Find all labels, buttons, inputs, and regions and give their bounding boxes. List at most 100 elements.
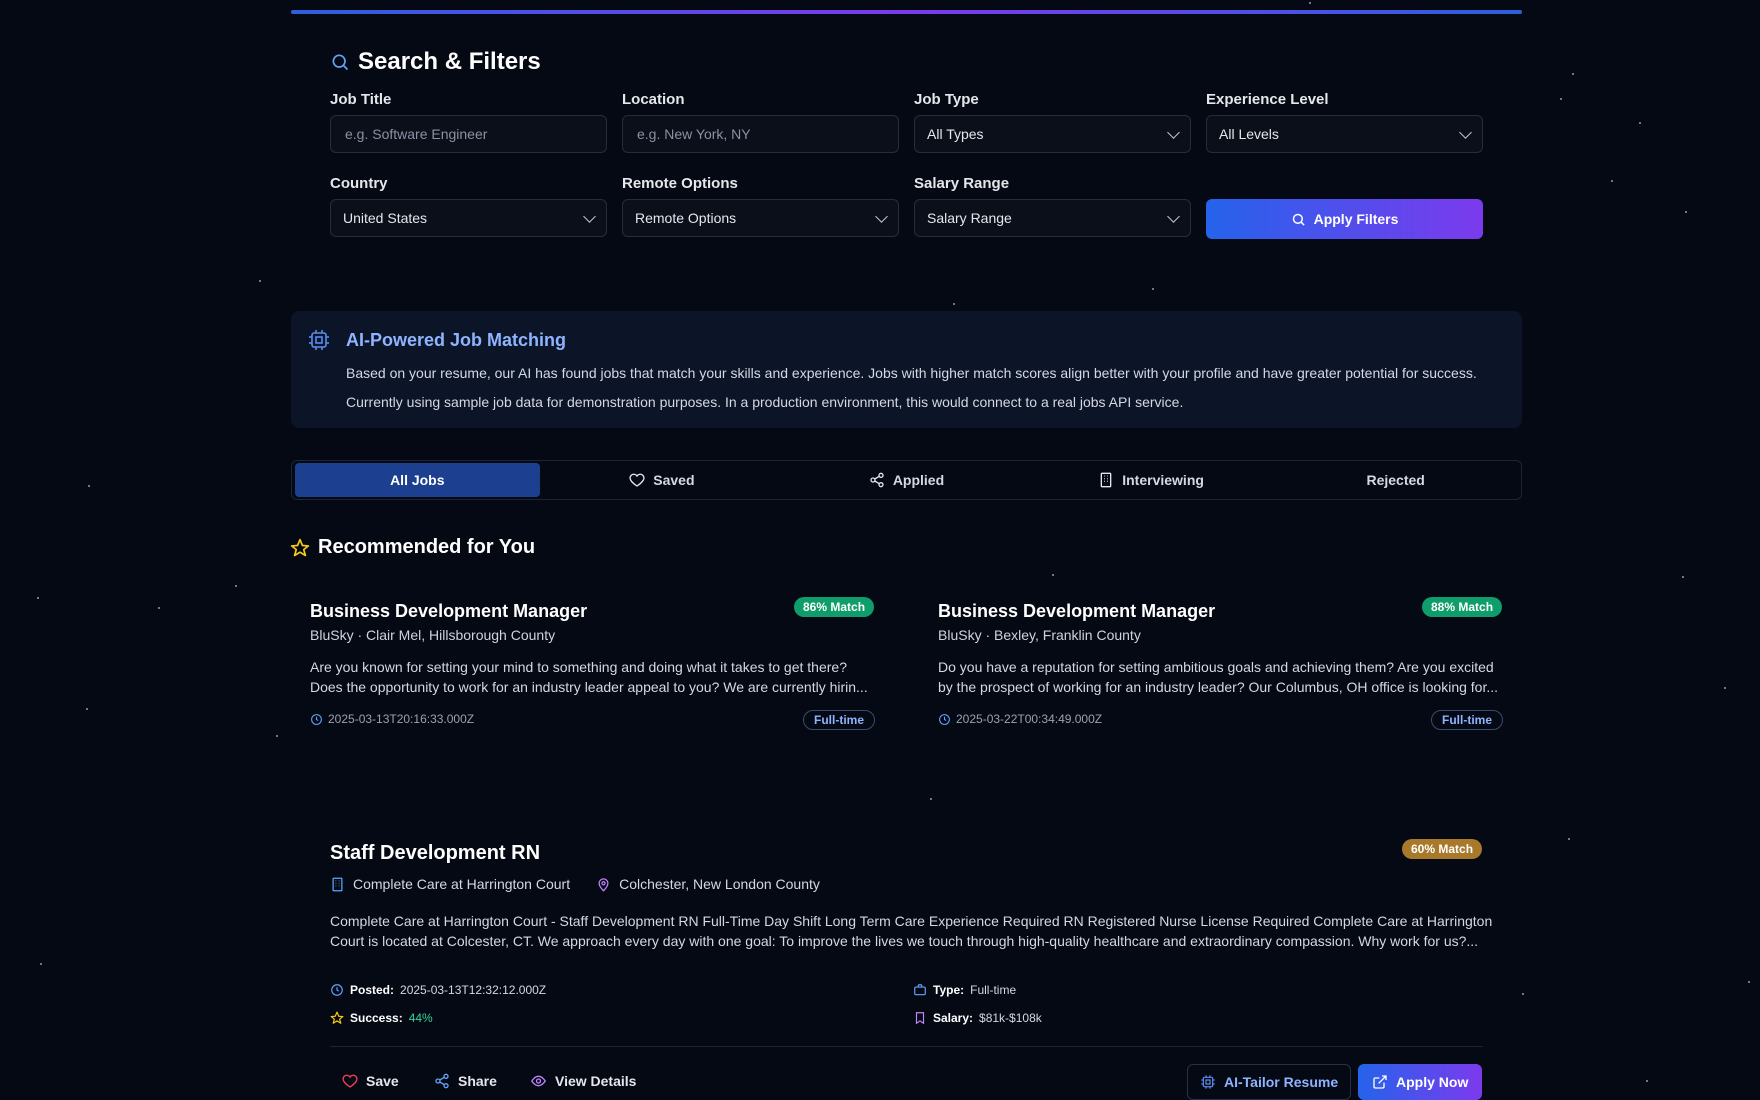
heart-icon bbox=[629, 472, 645, 488]
country-select[interactable]: United States bbox=[330, 199, 607, 237]
card-desc-line: Does the opportunity to work for an indu… bbox=[310, 679, 868, 695]
job-type-badge: Full-time bbox=[803, 710, 875, 730]
remote-select[interactable]: Remote Options bbox=[622, 199, 899, 237]
job-title-label: Job Title bbox=[330, 91, 392, 108]
tab-label: Rejected bbox=[1366, 472, 1425, 488]
filters-header: Search & Filters bbox=[330, 48, 541, 76]
map-pin-icon bbox=[596, 877, 611, 892]
card-subtitle: BluSky · Clair Mel, Hillsborough County bbox=[310, 627, 556, 643]
location-input[interactable] bbox=[635, 125, 886, 143]
apply-now-button[interactable]: Apply Now bbox=[1358, 1064, 1483, 1100]
job-salary: Salary: $81k-$108k bbox=[913, 1011, 1042, 1025]
experience-label: Experience Level bbox=[1206, 91, 1329, 108]
apply-filters-button[interactable]: Apply Filters bbox=[1206, 199, 1483, 239]
star-icon bbox=[330, 1011, 344, 1025]
experience-select[interactable]: All Levels bbox=[1206, 115, 1483, 153]
job-status-tabs: All Jobs Saved Applied Interviewing Reje… bbox=[291, 460, 1522, 500]
ai-panel-title: AI-Powered Job Matching bbox=[346, 330, 567, 350]
job-location: Colchester, New London County bbox=[619, 876, 820, 892]
experience-value: All Levels bbox=[1219, 126, 1279, 142]
chevron-down-icon bbox=[1167, 209, 1180, 223]
search-icon bbox=[1291, 212, 1306, 227]
star-icon bbox=[290, 538, 310, 558]
card-subtitle: BluSky · Bexley, Franklin County bbox=[938, 627, 1141, 643]
job-company-row: Complete Care at Harrington Court Colche… bbox=[330, 876, 820, 892]
job-title-field[interactable] bbox=[330, 115, 607, 153]
job-type: Type: Full-time bbox=[913, 983, 1016, 997]
recommended-header: Recommended for You bbox=[290, 536, 535, 559]
tab-saved[interactable]: Saved bbox=[540, 463, 785, 497]
remote-label: Remote Options bbox=[622, 175, 738, 192]
share-icon bbox=[434, 1073, 450, 1089]
job-type-value: All Types bbox=[927, 126, 984, 142]
top-accent-bar bbox=[291, 10, 1522, 14]
clock-icon bbox=[310, 713, 323, 726]
tab-label: All Jobs bbox=[390, 472, 445, 488]
building-icon bbox=[1098, 472, 1114, 488]
ai-panel-text-2: Currently using sample job data for demo… bbox=[346, 394, 1184, 410]
save-label: Save bbox=[366, 1073, 399, 1089]
tab-applied[interactable]: Applied bbox=[784, 463, 1029, 497]
date-text: 2025-03-13T20:16:33.000Z bbox=[328, 712, 475, 726]
job-desc-line: Complete Care at Harrington Court - Staf… bbox=[330, 913, 1493, 929]
chevron-down-icon bbox=[1459, 125, 1472, 139]
salary-select[interactable]: Salary Range bbox=[914, 199, 1191, 237]
clock-icon bbox=[330, 983, 344, 997]
card-date: 2025-03-22T00:34:49.000Z bbox=[938, 712, 1102, 726]
job-title[interactable]: Staff Development RN bbox=[330, 842, 540, 865]
success-label: Success: bbox=[350, 1011, 403, 1025]
tab-all-jobs[interactable]: All Jobs bbox=[295, 463, 540, 497]
save-button[interactable]: Save bbox=[342, 1073, 399, 1089]
match-badge: 86% Match bbox=[794, 597, 875, 617]
job-success: Success: 44% bbox=[330, 1011, 433, 1025]
chevron-down-icon bbox=[583, 209, 596, 223]
type-label: Type: bbox=[933, 983, 965, 997]
building-icon bbox=[330, 877, 345, 892]
job-type-label: Job Type bbox=[914, 91, 979, 108]
match-badge: 60% Match bbox=[1402, 839, 1483, 859]
view-details-label: View Details bbox=[555, 1073, 637, 1089]
job-title-input[interactable] bbox=[343, 125, 594, 143]
briefcase-icon bbox=[913, 983, 927, 997]
search-icon bbox=[330, 52, 350, 72]
share-button[interactable]: Share bbox=[434, 1073, 497, 1089]
card-date: 2025-03-13T20:16:33.000Z bbox=[310, 712, 474, 726]
chevron-down-icon bbox=[1167, 125, 1180, 139]
country-value: United States bbox=[343, 210, 428, 226]
filters-title: Search & Filters bbox=[358, 48, 541, 75]
posted-value: 2025-03-13T12:32:12.000Z bbox=[400, 983, 547, 997]
type-value: Full-time bbox=[970, 983, 1017, 997]
salary-value: $81k-$108k bbox=[979, 1011, 1042, 1025]
apply-now-label: Apply Now bbox=[1396, 1074, 1469, 1090]
location-field[interactable] bbox=[622, 115, 899, 153]
card-title[interactable]: Business Development Manager bbox=[938, 601, 1215, 622]
recommended-title: Recommended for You bbox=[318, 536, 536, 558]
date-text: 2025-03-22T00:34:49.000Z bbox=[956, 712, 1103, 726]
view-details-button[interactable]: View Details bbox=[530, 1073, 636, 1089]
tab-label: Applied bbox=[892, 472, 945, 488]
ai-panel-text-1: Based on your resume, our AI has found j… bbox=[346, 365, 1477, 381]
job-type-select[interactable]: All Types bbox=[914, 115, 1191, 153]
job-type-badge: Full-time bbox=[1431, 710, 1503, 730]
card-title[interactable]: Business Development Manager bbox=[310, 601, 587, 622]
tab-label: Saved bbox=[653, 472, 695, 488]
job-desc-line: Court is located at Colcester, CT. We ap… bbox=[330, 933, 1479, 949]
divider bbox=[330, 1046, 1483, 1047]
external-link-icon bbox=[1372, 1074, 1388, 1090]
salary-label: Salary Range bbox=[914, 175, 1010, 192]
card-desc-line: by the prospect of working for an indust… bbox=[938, 679, 1499, 695]
chevron-down-icon bbox=[875, 209, 888, 223]
card-desc-line: Are you known for setting your mind to s… bbox=[310, 659, 847, 675]
tab-rejected[interactable]: Rejected bbox=[1273, 463, 1518, 497]
posted-label: Posted: bbox=[350, 983, 395, 997]
eye-icon bbox=[530, 1073, 547, 1089]
share-label: Share bbox=[458, 1073, 497, 1089]
job-company: Complete Care at Harrington Court bbox=[353, 876, 571, 892]
salary-label: Salary: bbox=[933, 1011, 974, 1025]
cpu-icon bbox=[307, 328, 331, 352]
ai-tailor-resume-button[interactable]: AI-Tailor Resume bbox=[1187, 1064, 1352, 1100]
tab-interviewing[interactable]: Interviewing bbox=[1029, 463, 1274, 497]
bookmark-icon bbox=[913, 1011, 927, 1025]
cpu-icon bbox=[1200, 1074, 1216, 1090]
card-desc-line: Do you have a reputation for setting amb… bbox=[938, 659, 1494, 675]
